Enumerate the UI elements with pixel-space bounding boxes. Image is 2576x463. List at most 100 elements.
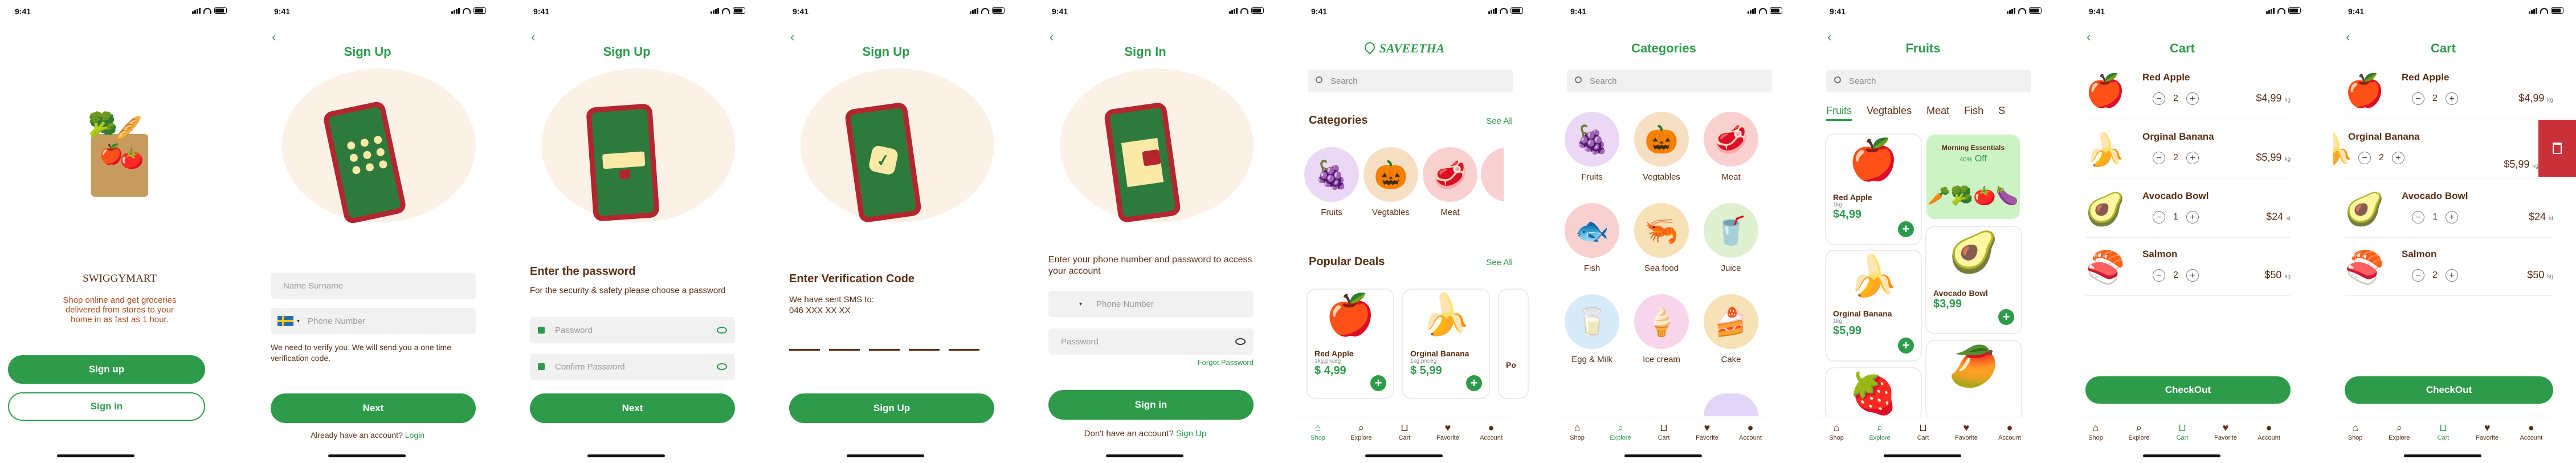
phone-field[interactable]: ▾ Phone Number <box>1048 291 1254 317</box>
cart-item-swiped[interactable]: 🍌 Orginal Banana −2 + $5,99 kg <box>2333 127 2538 178</box>
sweden-flag-icon[interactable] <box>277 316 293 326</box>
tab-account[interactable]: ● Account <box>1993 417 2027 449</box>
category-cake[interactable]: 🍰 Cake <box>1703 294 1759 364</box>
next-button[interactable]: Next <box>530 393 735 423</box>
category-vegtables[interactable]: 🎃 Vegtables <box>1633 112 1690 182</box>
eye-icon[interactable] <box>717 363 727 370</box>
phone-field[interactable]: ▾ Phone Number <box>271 308 476 334</box>
tab-cart[interactable]: ⊔ Cart <box>2426 417 2460 449</box>
tab-favorite[interactable]: ♥ Favorite <box>1690 417 1724 449</box>
plus-button[interactable]: + <box>2186 211 2199 224</box>
password-field[interactable]: Password <box>530 317 735 343</box>
product-card-red-apple[interactable]: 🍎 Red Apple 1kg $4,99 + <box>1826 135 1921 244</box>
product-card-avocado[interactable]: 🥑 Avocado Bowl $3,99 + <box>1926 227 2021 333</box>
plus-button[interactable]: + <box>2445 92 2458 105</box>
minus-button[interactable]: − <box>2412 269 2424 282</box>
forgot-password-link[interactable]: Forgot Password <box>1198 358 1254 367</box>
search-input[interactable]: Search <box>1826 70 2031 92</box>
tab-shop[interactable]: ⌂ Shop <box>1560 417 1594 449</box>
minus-button[interactable]: − <box>2153 269 2165 282</box>
plus-button[interactable]: + <box>2186 152 2199 164</box>
name-field[interactable]: Name Surname <box>271 273 476 299</box>
category-fruits[interactable]: 🍇 Fruits <box>1563 112 1620 182</box>
delete-button[interactable] <box>2538 120 2576 177</box>
tab-cart[interactable]: ⊔ Cart <box>1906 417 1940 449</box>
category-fruits[interactable]: 🍇 Fruits <box>1303 147 1360 217</box>
add-to-cart-button[interactable]: + <box>1898 221 1914 237</box>
category-partial[interactable] <box>1481 147 1504 208</box>
tab-meat[interactable]: Meat <box>1926 105 1949 121</box>
quantity-stepper[interactable]: −2 + <box>2153 152 2199 164</box>
search-input[interactable]: Search <box>1567 70 1772 92</box>
quantity-stepper[interactable]: −2 + <box>2412 92 2458 105</box>
tab-shop[interactable]: ⌂ Shop <box>2079 417 2113 449</box>
minus-button[interactable]: − <box>2153 211 2165 224</box>
category-seafood[interactable]: 🦐 Sea food <box>1633 203 1690 273</box>
signup-button[interactable]: Sign up <box>8 355 205 384</box>
signup-button[interactable]: Sign Up <box>789 393 994 423</box>
product-card-strawberry[interactable]: 🍓 <box>1826 368 1921 420</box>
category-juice[interactable]: 🥤 Juice <box>1703 203 1759 273</box>
search-input[interactable]: Search <box>1308 70 1513 92</box>
add-to-cart-button[interactable]: + <box>1898 338 1914 354</box>
add-to-cart-button[interactable]: + <box>1466 375 1482 391</box>
plus-button[interactable]: + <box>2391 152 2404 164</box>
login-link[interactable]: Login <box>405 430 424 440</box>
categories-see-all-link[interactable]: See All <box>1486 116 1513 126</box>
confirm-password-field[interactable]: Confirm Password <box>530 354 735 380</box>
minus-button[interactable]: − <box>2358 152 2371 164</box>
plus-button[interactable]: + <box>2445 211 2458 224</box>
add-to-cart-button[interactable]: + <box>1998 309 2014 325</box>
password-field[interactable]: Password <box>1048 328 1254 355</box>
quantity-stepper[interactable]: −2 + <box>2358 152 2404 164</box>
tab-shop[interactable]: ⌂ Shop <box>2338 417 2373 449</box>
minus-button[interactable]: − <box>2153 152 2165 164</box>
product-card-banana[interactable]: 🍌 Orginal Banana 1kg $5,99 + <box>1826 251 1921 360</box>
tab-explore[interactable]: ⌕ Explore <box>2122 417 2156 449</box>
tab-cart[interactable]: ⊔ Cart <box>1647 417 1681 449</box>
signin-button[interactable]: Sign in <box>1048 390 1254 420</box>
tab-fish[interactable]: Fish <box>1964 105 1983 121</box>
tab-shop[interactable]: ⌂ Shop <box>1301 417 1335 449</box>
quantity-stepper[interactable]: −2 + <box>2153 269 2199 282</box>
checkout-button[interactable]: CheckOut <box>2345 376 2553 404</box>
tab-explore[interactable]: ⌕ Explore <box>2382 417 2416 449</box>
back-icon[interactable]: ‹ <box>531 30 535 44</box>
category-meat[interactable]: 🥩 Meat <box>1422 147 1479 217</box>
tab-explore[interactable]: ⌕ Explore <box>1863 417 1897 449</box>
category-egg-milk[interactable]: 🥛 Egg & Milk <box>1563 294 1620 364</box>
plus-button[interactable]: + <box>2186 92 2199 105</box>
tab-account[interactable]: ● Account <box>2252 417 2286 449</box>
quantity-stepper[interactable]: −1 + <box>2153 211 2199 224</box>
tab-shop[interactable]: ⌂ Shop <box>1819 417 1854 449</box>
tab-explore[interactable]: ⌕ Explore <box>1344 417 1378 449</box>
plus-button[interactable]: + <box>2445 269 2458 282</box>
product-card-mango[interactable]: 🥭 <box>1926 341 2021 420</box>
eye-icon[interactable] <box>717 327 727 334</box>
checkout-button[interactable]: CheckOut <box>2085 376 2291 404</box>
category-vegtables[interactable]: 🎃 Vegtables <box>1362 147 1419 217</box>
deals-see-all-link[interactable]: See All <box>1486 258 1513 267</box>
tab-account[interactable]: ● Account <box>1733 417 1767 449</box>
category-ice-cream[interactable]: 🍦 Ice cream <box>1633 294 1690 364</box>
eye-icon[interactable] <box>1235 338 1246 345</box>
minus-button[interactable]: − <box>2153 92 2165 105</box>
next-button[interactable]: Next <box>271 393 476 423</box>
quantity-stepper[interactable]: −2 + <box>2412 269 2458 282</box>
tab-account[interactable]: ● Account <box>1474 417 1508 449</box>
tab-cart[interactable]: ⊔ Cart <box>1387 417 1422 449</box>
back-icon[interactable]: ‹ <box>790 30 794 44</box>
tab-favorite[interactable]: ♥ Favorite <box>1949 417 1983 449</box>
tab-explore[interactable]: ⌕ Explore <box>1603 417 1638 449</box>
deal-card-banana[interactable]: 🍌 Orginal Banana 1kg,priceg $ 5,99 + <box>1403 290 1489 398</box>
tab-cart[interactable]: ⊔ Cart <box>2165 417 2199 449</box>
signin-button[interactable]: Sign in <box>8 392 205 421</box>
tab-favorite[interactable]: ♥ Favorite <box>2470 417 2504 449</box>
back-icon[interactable]: ‹ <box>1050 30 1054 44</box>
quantity-stepper[interactable]: −1 + <box>2412 211 2458 224</box>
tab-favorite[interactable]: ♥ Favorite <box>1431 417 1465 449</box>
tab-partial[interactable]: S <box>1998 105 2005 121</box>
plus-button[interactable]: + <box>2186 269 2199 282</box>
signup-link[interactable]: Sign Up <box>1176 429 1206 438</box>
tab-account[interactable]: ● Account <box>2514 417 2548 449</box>
